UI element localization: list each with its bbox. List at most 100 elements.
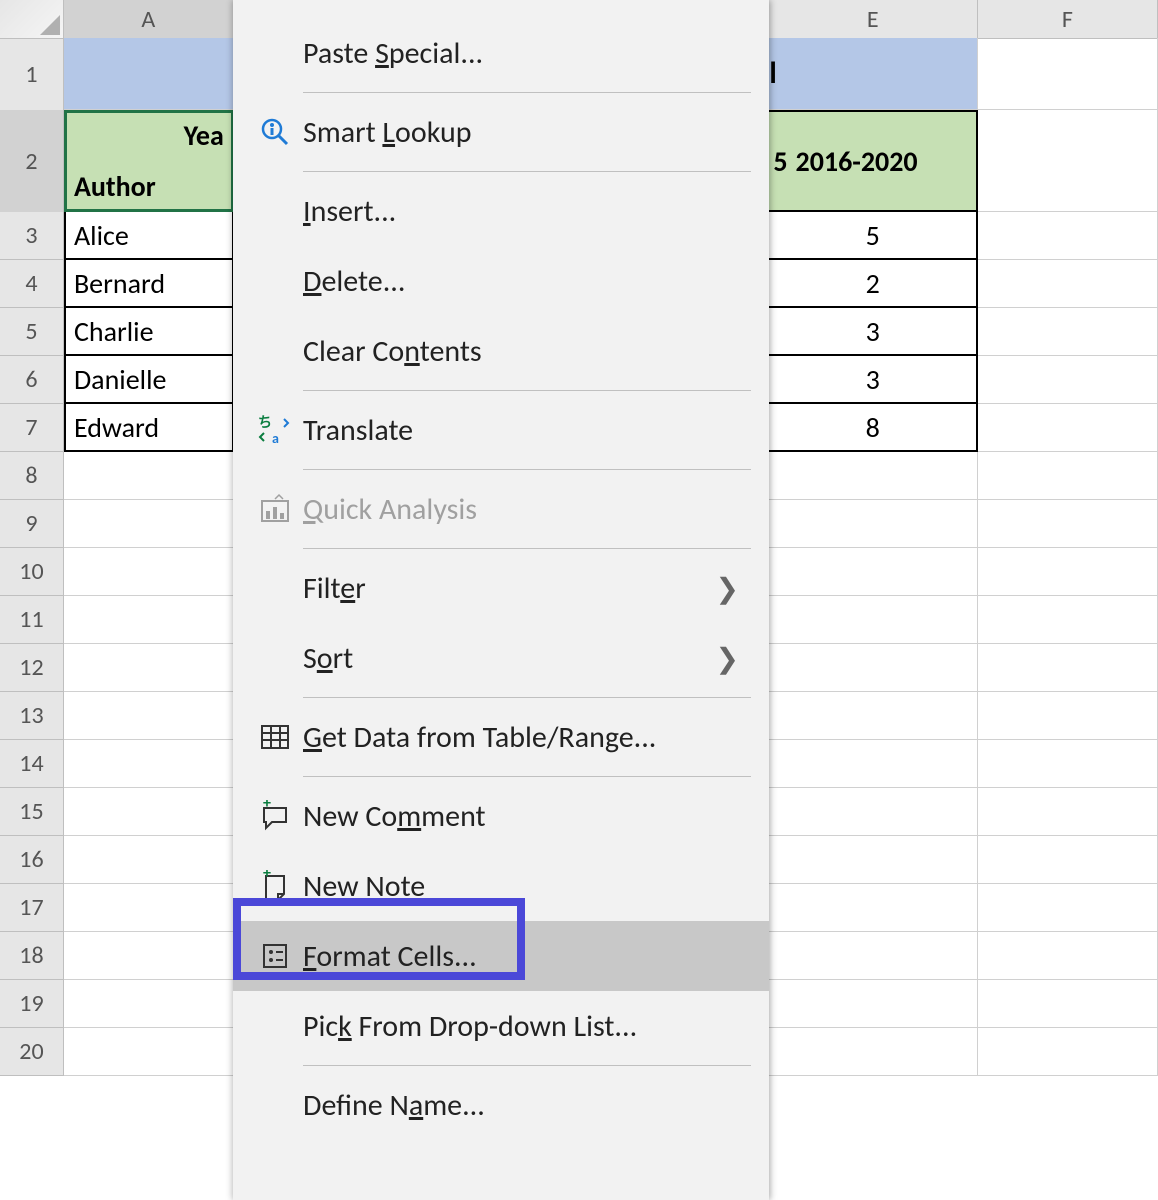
row-header-15[interactable]: 15 — [0, 788, 64, 836]
col-header-E[interactable]: E — [769, 0, 978, 39]
row-header-2[interactable]: 2 — [0, 110, 64, 213]
select-all-corner[interactable] — [0, 0, 64, 39]
row-header-7[interactable]: 7 — [0, 404, 64, 452]
row-header-5[interactable]: 5 — [0, 308, 64, 356]
cell-F17[interactable] — [978, 884, 1158, 932]
cell-A13[interactable] — [64, 692, 234, 740]
row-header-10[interactable]: 10 — [0, 548, 64, 596]
row-header-17[interactable]: 17 — [0, 884, 64, 932]
menu-translate[interactable]: ちa Translate — [233, 395, 769, 465]
cell-F10[interactable] — [978, 548, 1158, 596]
cell-A16[interactable] — [64, 836, 234, 884]
cell-A19[interactable] — [64, 980, 234, 1028]
menu-define-name[interactable]: Define Name... — [233, 1070, 769, 1140]
cell-E8[interactable] — [769, 452, 978, 500]
cell-E12[interactable] — [769, 644, 978, 692]
col-header-F[interactable]: F — [978, 0, 1158, 39]
row-header-20[interactable]: 20 — [0, 1028, 64, 1076]
cell-F11[interactable] — [978, 596, 1158, 644]
menu-filter[interactable]: Filter ❯ — [233, 553, 769, 623]
cell-E17[interactable] — [769, 884, 978, 932]
cell-A17[interactable] — [64, 884, 234, 932]
cell-A3[interactable]: Alice — [64, 212, 234, 260]
row-header-9[interactable]: 9 — [0, 500, 64, 548]
cell-A14[interactable] — [64, 740, 234, 788]
cell-E9[interactable] — [769, 500, 978, 548]
cell-A2[interactable]: Yea Author — [64, 110, 234, 212]
cell-A15[interactable] — [64, 788, 234, 836]
cell-A11[interactable] — [64, 596, 234, 644]
cell-E10[interactable] — [769, 548, 978, 596]
cell-F15[interactable] — [978, 788, 1158, 836]
cell-E1[interactable]: l — [769, 38, 978, 110]
row-header-8[interactable]: 8 — [0, 452, 64, 500]
cell-F18[interactable] — [978, 932, 1158, 980]
cell-F4[interactable] — [978, 260, 1158, 308]
cell-F16[interactable] — [978, 836, 1158, 884]
row-header-16[interactable]: 16 — [0, 836, 64, 884]
cell-E16[interactable] — [769, 836, 978, 884]
menu-pick-list[interactable]: Pick From Drop-down List... — [233, 991, 769, 1061]
cell-F8[interactable] — [978, 452, 1158, 500]
row-header-19[interactable]: 19 — [0, 980, 64, 1028]
cell-E14[interactable] — [769, 740, 978, 788]
cell-F20[interactable] — [978, 1028, 1158, 1076]
row-header-14[interactable]: 14 — [0, 740, 64, 788]
cell-F9[interactable] — [978, 500, 1158, 548]
cell-A4[interactable]: Bernard — [64, 260, 234, 308]
menu-new-note[interactable]: + New Note — [233, 851, 769, 921]
cell-F6[interactable] — [978, 356, 1158, 404]
cell-E19[interactable] — [769, 980, 978, 1028]
row-header-4[interactable]: 4 — [0, 260, 64, 308]
cell-F1[interactable] — [978, 38, 1158, 110]
row-header-1[interactable]: 1 — [0, 38, 64, 111]
menu-delete[interactable]: Delete... — [233, 246, 769, 316]
cell-A10[interactable] — [64, 548, 234, 596]
cell-F14[interactable] — [978, 740, 1158, 788]
cell-A20[interactable] — [64, 1028, 234, 1076]
row-header-13[interactable]: 13 — [0, 692, 64, 740]
cell-A5[interactable]: Charlie — [64, 308, 234, 356]
cell-A7[interactable]: Edward — [64, 404, 234, 452]
cell-A8[interactable] — [64, 452, 234, 500]
cell-E3[interactable]: 5 — [769, 212, 978, 260]
cell-E7[interactable]: 8 — [769, 404, 978, 452]
cell-E13[interactable] — [769, 692, 978, 740]
cell-F3[interactable] — [978, 212, 1158, 260]
row-header-6[interactable]: 6 — [0, 356, 64, 404]
cell-F19[interactable] — [978, 980, 1158, 1028]
cell-F12[interactable] — [978, 644, 1158, 692]
row-header-12[interactable]: 12 — [0, 644, 64, 692]
cell-E5[interactable]: 3 — [769, 308, 978, 356]
menu-format-cells[interactable]: Format Cells... — [233, 921, 769, 991]
menu-get-data[interactable]: Get Data from Table/Range... — [233, 702, 769, 772]
cell-E15[interactable] — [769, 788, 978, 836]
cell-F2[interactable] — [978, 110, 1158, 212]
cell-A1[interactable] — [64, 38, 234, 110]
menu-paste-special[interactable]: Paste Special... — [233, 18, 769, 88]
cell-F7[interactable] — [978, 404, 1158, 452]
cell-E20[interactable] — [769, 1028, 978, 1076]
cell-A6[interactable]: Danielle — [64, 356, 234, 404]
menu-clear-contents[interactable]: Clear Contents — [233, 316, 769, 386]
context-menu: Paste Special... Smart Lookup Insert... … — [233, 0, 769, 1200]
menu-new-comment[interactable]: + New Comment — [233, 781, 769, 851]
menu-smart-lookup[interactable]: Smart Lookup — [233, 97, 769, 167]
cell-F5[interactable] — [978, 308, 1158, 356]
cell-E4[interactable]: 2 — [769, 260, 978, 308]
cell-E18[interactable] — [769, 932, 978, 980]
cell-A12[interactable] — [64, 644, 234, 692]
menu-delete-label: Delete... — [303, 263, 405, 300]
menu-insert[interactable]: Insert... — [233, 176, 769, 246]
cell-E6[interactable]: 3 — [769, 356, 978, 404]
cell-A18[interactable] — [64, 932, 234, 980]
cell-E2[interactable]: 5 2016-2020 — [769, 110, 978, 212]
row-header-3[interactable]: 3 — [0, 212, 64, 260]
menu-sort[interactable]: Sort ❯ — [233, 623, 769, 693]
cell-A9[interactable] — [64, 500, 234, 548]
col-header-A[interactable]: A — [64, 0, 234, 39]
row-header-11[interactable]: 11 — [0, 596, 64, 644]
cell-E11[interactable] — [769, 596, 978, 644]
cell-F13[interactable] — [978, 692, 1158, 740]
row-header-18[interactable]: 18 — [0, 932, 64, 980]
